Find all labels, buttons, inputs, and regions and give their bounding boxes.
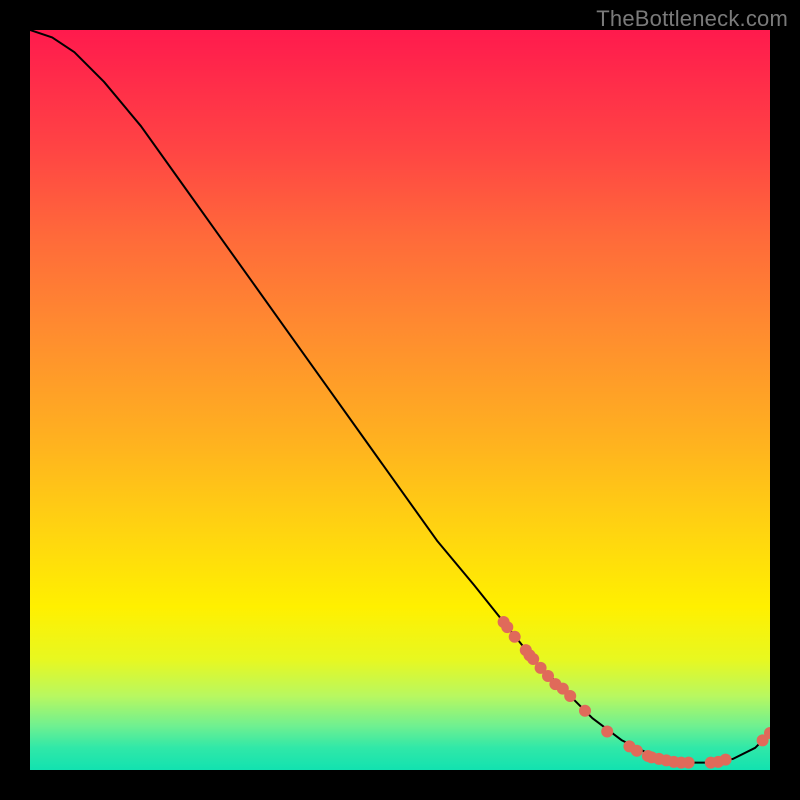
bottleneck-curve [30,30,770,763]
chart-plot-area [30,30,770,770]
highlight-dot [720,754,732,766]
highlight-dot [509,631,521,643]
watermark-text: TheBottleneck.com [596,6,788,32]
highlight-dot [501,621,513,633]
highlight-dot [683,757,695,769]
highlight-dots-group [498,616,770,769]
highlight-dot [631,745,643,757]
chart-overlay [30,30,770,770]
highlight-dot [579,705,591,717]
highlight-dot [564,690,576,702]
highlight-dot [601,726,613,738]
